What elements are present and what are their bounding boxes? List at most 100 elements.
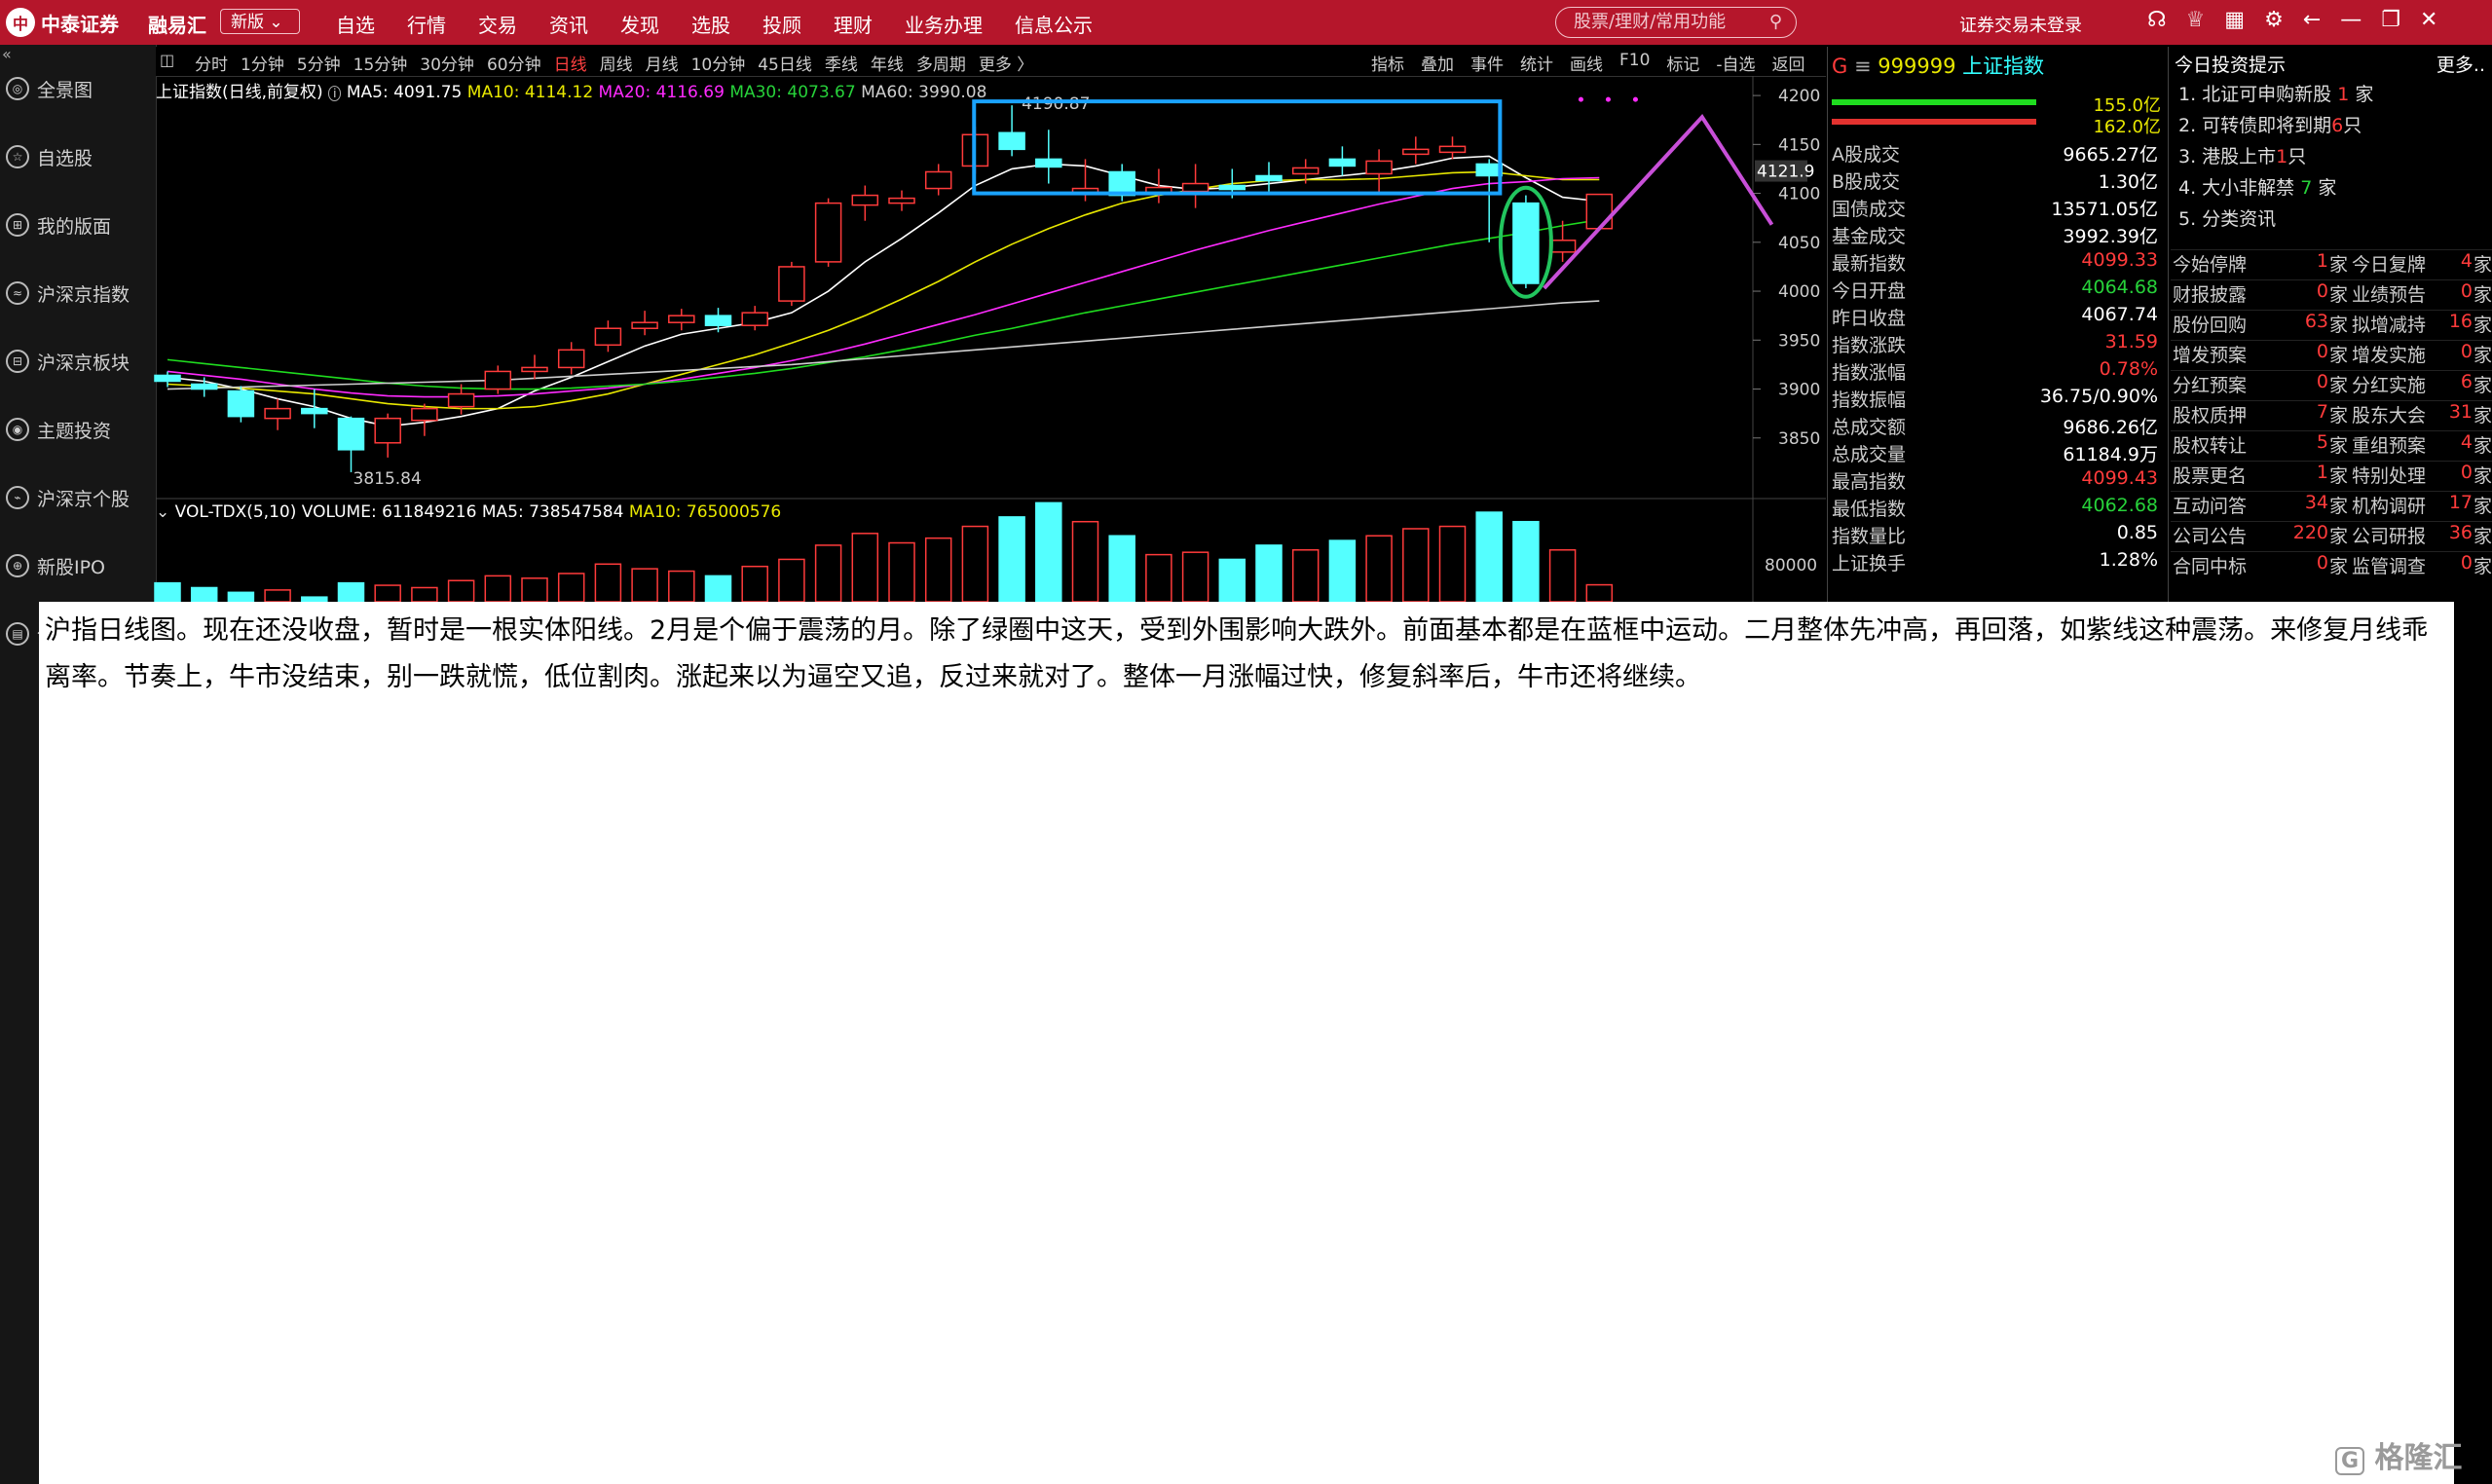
candle-body[interactable] [888, 197, 915, 204]
stat-label[interactable]: 股东大会 [2352, 401, 2426, 427]
candle-body[interactable] [1548, 240, 1577, 253]
volume-bar[interactable] [1585, 583, 1614, 602]
tip-item[interactable]: 4. 大小非解禁 7 家 [2178, 173, 2490, 203]
volume-bar[interactable] [447, 579, 475, 602]
volume-bar[interactable] [557, 573, 585, 602]
volume-bar[interactable] [1512, 520, 1540, 602]
volume-bar[interactable] [631, 568, 658, 602]
candle-body[interactable] [190, 383, 218, 390]
stat-label[interactable]: 合同中标 [2173, 552, 2247, 578]
tip-item[interactable]: 3. 港股上市1只 [2178, 142, 2490, 171]
volume-bar[interactable] [227, 591, 255, 602]
volume-bar[interactable] [1402, 528, 1430, 602]
candle-body[interactable] [1402, 148, 1430, 156]
volume-bar[interactable] [668, 570, 695, 602]
stat-label[interactable]: 财报披露 [2173, 280, 2247, 307]
volume-bar[interactable] [924, 537, 952, 602]
volume-bar[interactable] [1145, 553, 1172, 602]
candle-body[interactable] [227, 390, 255, 418]
candle-body[interactable] [447, 392, 475, 408]
candle-body[interactable] [301, 407, 328, 415]
volume-bar[interactable] [411, 586, 438, 602]
tip-item[interactable]: 1. 北证可申购新股 1 家 [2178, 80, 2490, 109]
candle-body[interactable] [741, 312, 768, 326]
volume-bar[interactable] [778, 558, 805, 602]
stat-label[interactable]: 分红实施 [2352, 371, 2426, 397]
stat-label[interactable]: 拟增减持 [2352, 311, 2426, 337]
stat-label[interactable]: 增发预案 [2173, 341, 2247, 367]
stat-label[interactable]: 股份回购 [2173, 311, 2247, 337]
volume-bar[interactable] [1328, 539, 1357, 602]
candle-body[interactable] [1181, 182, 1209, 193]
stat-label[interactable]: 公司公告 [2173, 522, 2247, 548]
candle-body[interactable] [1291, 167, 1320, 175]
volume-bar[interactable] [1108, 535, 1135, 602]
candle-body[interactable] [1255, 174, 1283, 182]
volume-bar[interactable] [741, 565, 768, 602]
volume-bar[interactable] [851, 533, 879, 602]
stat-label[interactable]: 分红预案 [2173, 371, 2247, 397]
volume-bar[interactable] [1071, 520, 1099, 602]
volume-bar[interactable] [1475, 511, 1503, 602]
candle-body[interactable] [851, 194, 879, 206]
volume-bar[interactable] [704, 575, 732, 602]
stat-label[interactable]: 机构调研 [2352, 492, 2426, 518]
stat-label[interactable]: 特别处理 [2352, 462, 2426, 488]
volume-bar[interactable] [814, 544, 842, 602]
volume-bar[interactable] [1255, 544, 1283, 602]
volume-bar[interactable] [264, 589, 291, 602]
volume-bar[interactable] [190, 586, 218, 602]
volume-bar[interactable] [1548, 549, 1577, 602]
candle-body[interactable] [1585, 193, 1614, 230]
stat-label[interactable]: 业绩预告 [2352, 280, 2426, 307]
volume-bar[interactable] [1291, 549, 1320, 602]
volume-bar[interactable] [961, 525, 989, 602]
stat-label[interactable]: 增发实施 [2352, 341, 2426, 367]
candle-body[interactable] [1475, 163, 1503, 177]
volume-bar[interactable] [888, 541, 915, 603]
stat-label[interactable]: 公司研报 [2352, 522, 2426, 548]
volume-bar[interactable] [374, 584, 401, 602]
volume-bar[interactable] [521, 577, 548, 602]
candle-body[interactable] [1365, 160, 1393, 175]
more-link[interactable]: 更多.. [2436, 51, 2485, 77]
tip-item[interactable]: 5. 分类资讯 [2178, 204, 2490, 234]
candle-body[interactable] [411, 407, 438, 422]
volume-bar[interactable] [1218, 558, 1246, 602]
chevron-down-icon[interactable]: ⌄ [156, 502, 169, 522]
volume-bar[interactable] [1438, 525, 1467, 602]
volume-bar[interactable] [1181, 551, 1209, 602]
candle-body[interactable] [484, 370, 512, 390]
volume-bar[interactable] [1035, 501, 1062, 602]
candle-body[interactable] [1328, 158, 1357, 167]
menu-icon[interactable]: ≡ [1854, 55, 1872, 78]
candle-body[interactable] [1512, 202, 1540, 284]
candle-body[interactable] [337, 417, 365, 451]
stat-label[interactable]: 股票更名 [2173, 462, 2247, 488]
stat-label[interactable]: 互动问答 [2173, 492, 2247, 518]
candle-body[interactable] [594, 327, 622, 347]
volume-bar[interactable] [337, 581, 365, 602]
volume-bar[interactable] [594, 563, 622, 602]
candle-body[interactable] [668, 315, 695, 323]
candle-body[interactable] [264, 407, 291, 420]
candle-body[interactable] [557, 349, 585, 369]
stat-label[interactable]: 监管调查 [2352, 552, 2426, 578]
tip-item[interactable]: 2. 可转债即将到期6只 [2178, 111, 2490, 140]
candle-body[interactable] [704, 315, 732, 326]
candle-body[interactable] [631, 321, 658, 329]
stat-label[interactable]: 重组预案 [2352, 431, 2426, 458]
candle-body[interactable] [924, 170, 952, 190]
stat-label[interactable]: 今日复牌 [2352, 250, 2426, 277]
candle-body[interactable] [1438, 145, 1467, 154]
candle-body[interactable] [1218, 184, 1246, 191]
candle-body[interactable] [374, 417, 401, 444]
volume-bar[interactable] [1365, 535, 1393, 602]
volume-bar[interactable] [484, 575, 512, 602]
stat-label[interactable]: 股权转让 [2173, 431, 2247, 458]
info-icon[interactable]: i [328, 86, 342, 101]
volume-bar[interactable] [154, 581, 181, 602]
candle-body[interactable] [1035, 158, 1062, 168]
candle-body[interactable] [778, 266, 805, 302]
candle-body[interactable] [998, 131, 1025, 151]
